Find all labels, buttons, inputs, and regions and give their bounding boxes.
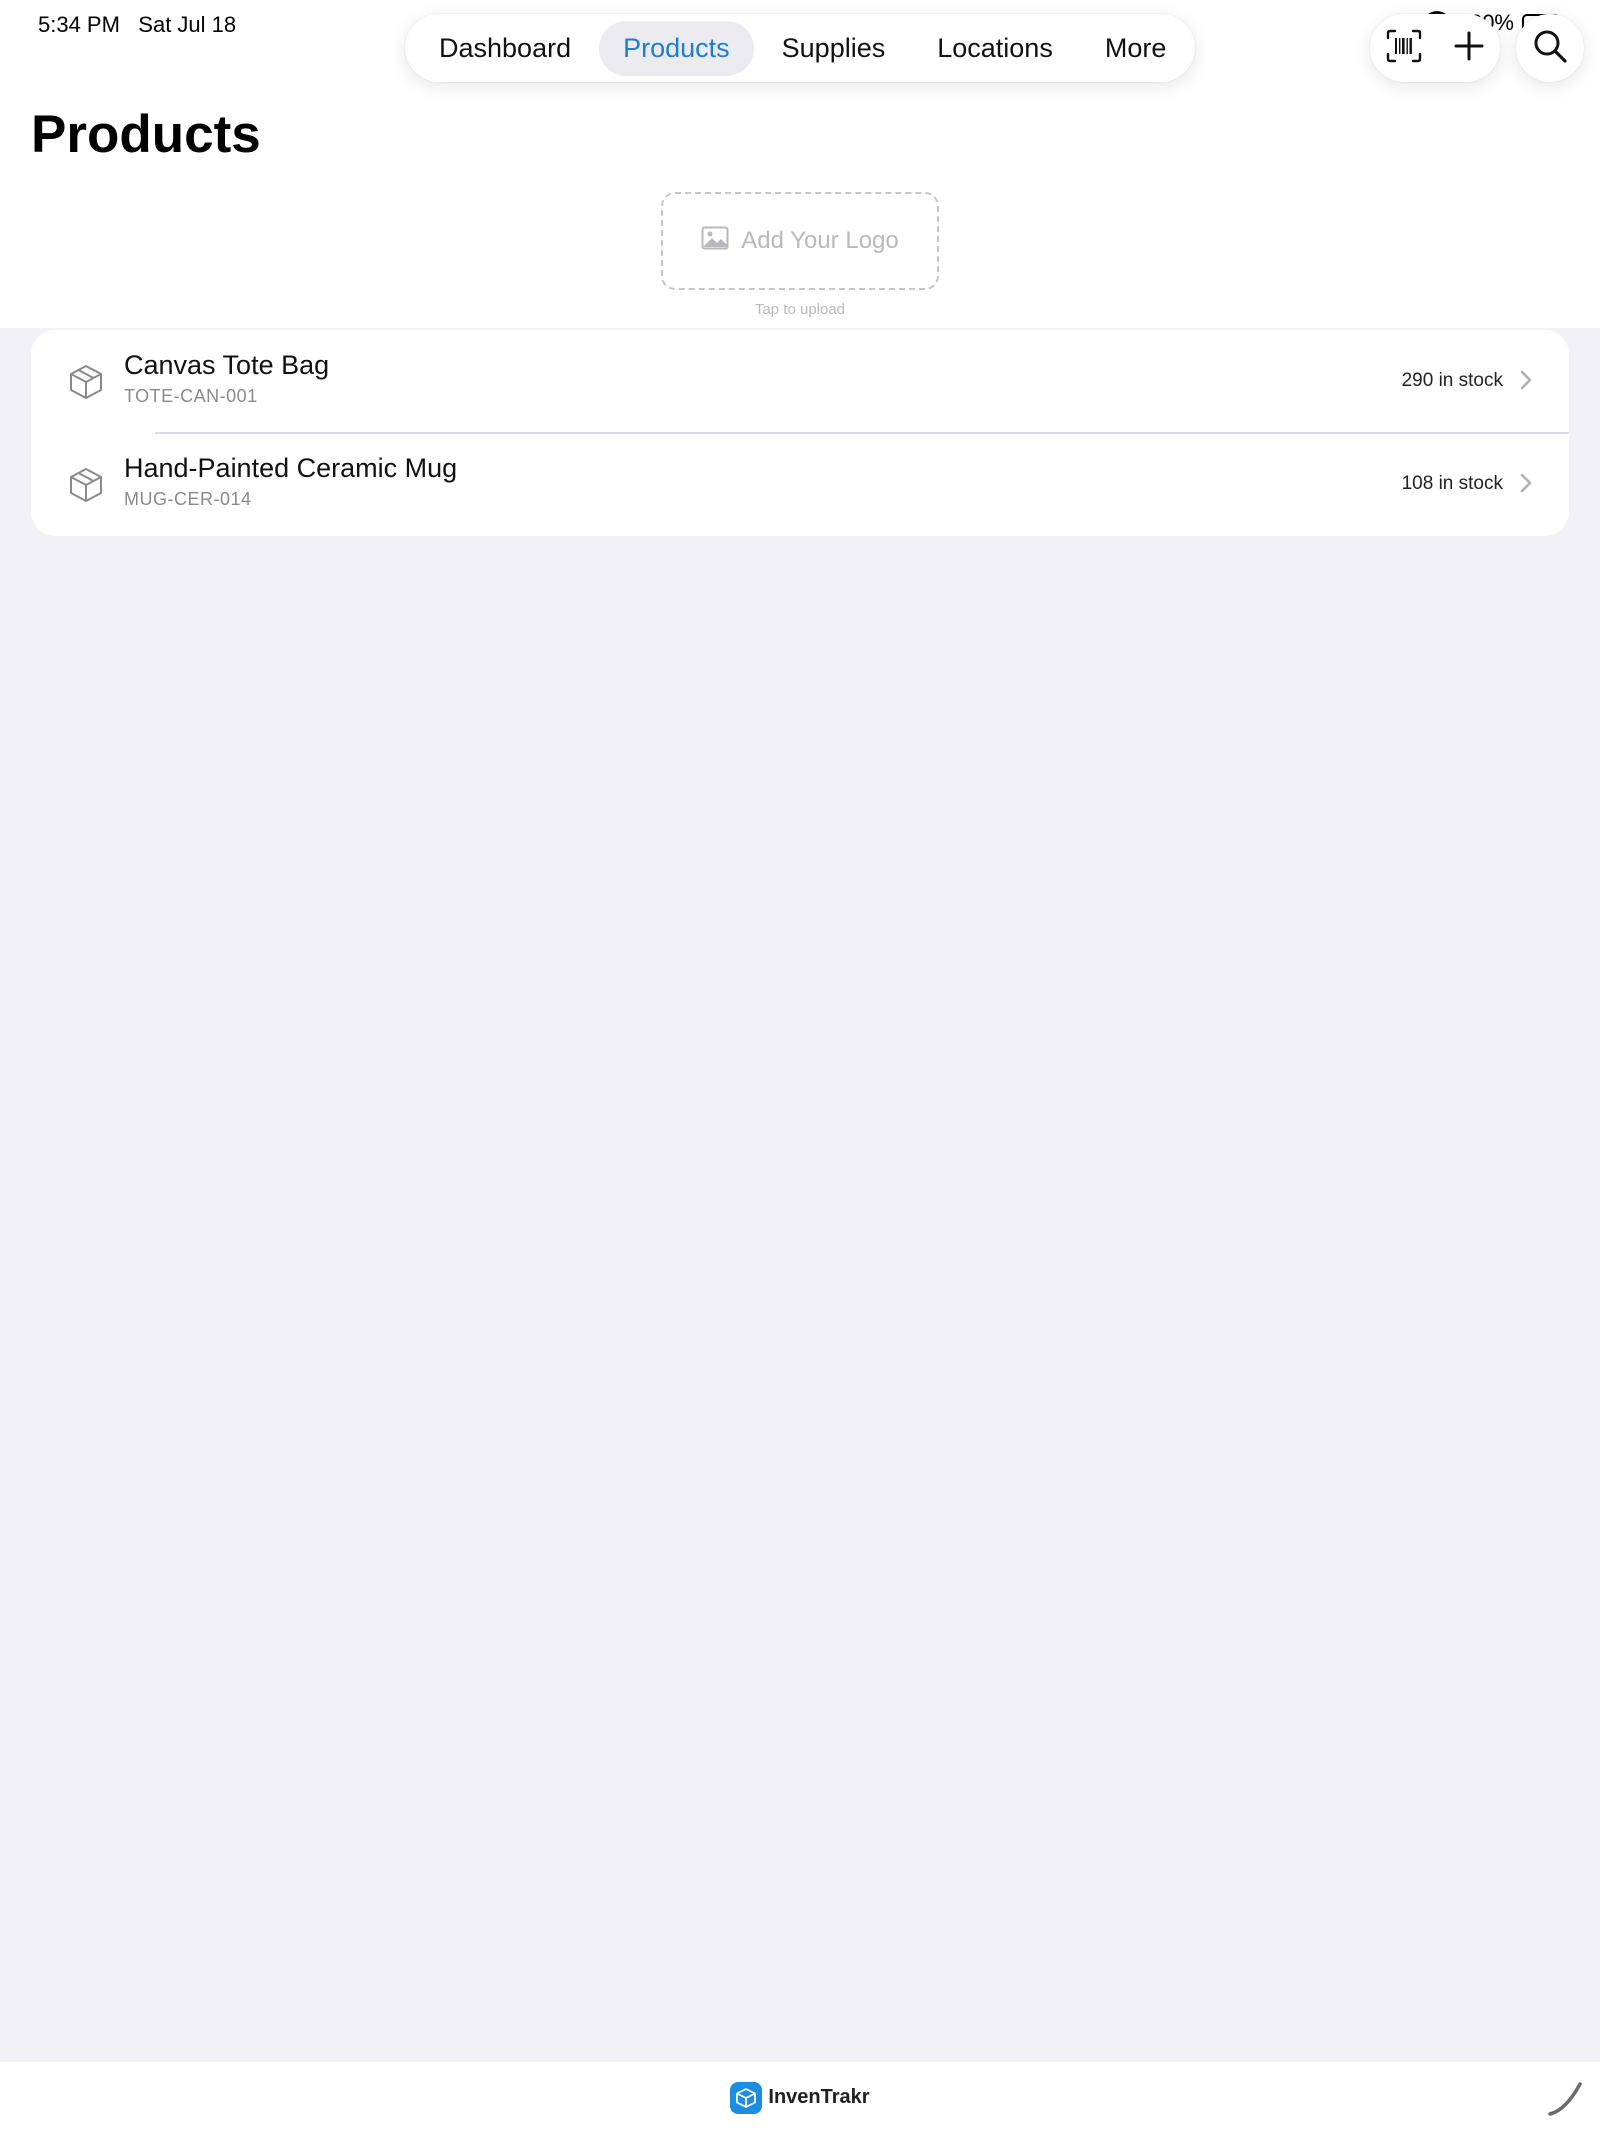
pencil-stroke-icon [1546, 2078, 1586, 2123]
product-stock: 108 in stock [1401, 473, 1503, 494]
product-sku: MUG-CER-014 [124, 489, 252, 509]
tab-dashboard[interactable]: Dashboard [415, 21, 595, 76]
top-tab-bar: Dashboard Products Supplies Locations Mo… [405, 14, 1195, 82]
search-icon [1533, 29, 1567, 68]
brand-logo-icon [730, 2081, 763, 2114]
status-date: Sat Jul 18 [138, 12, 237, 37]
tab-more[interactable]: More [1081, 21, 1191, 76]
plus-icon[interactable] [1453, 30, 1485, 67]
brand-name: InvenTrakr [768, 2086, 870, 2108]
product-name: Hand-Painted Ceramic Mug [124, 453, 458, 483]
image-icon [701, 226, 729, 257]
product-stock: 290 in stock [1401, 370, 1503, 391]
product-name: Canvas Tote Bag [124, 350, 330, 380]
chevron-right-icon [1519, 369, 1533, 396]
add-logo-label: Add Your Logo [741, 227, 899, 254]
product-sku: TOTE-CAN-001 [124, 386, 258, 406]
package-icon [69, 467, 103, 508]
status-bar-left: 5:34 PM Sat Jul 18 [38, 12, 236, 38]
status-time: 5:34 PM [38, 12, 120, 37]
page-title: Products [31, 105, 261, 164]
tab-supplies[interactable]: Supplies [758, 21, 910, 76]
tab-products[interactable]: Products [599, 20, 754, 76]
chevron-right-icon [1519, 472, 1533, 499]
product-list: Canvas Tote Bag TOTE-CAN-001 290 in stoc… [31, 330, 1569, 536]
search-button[interactable] [1516, 14, 1584, 82]
barcode-scan-icon[interactable] [1386, 29, 1422, 68]
product-row[interactable]: Canvas Tote Bag TOTE-CAN-001 290 in stoc… [31, 330, 1569, 434]
action-group [1370, 14, 1500, 82]
footer-brand-bar: InvenTrakr [0, 2062, 1600, 2133]
tab-locations[interactable]: Locations [913, 21, 1077, 76]
logo-upload-hint: Tap to upload [754, 301, 846, 318]
add-logo-button[interactable]: Add Your Logo [661, 192, 939, 290]
product-row[interactable]: Hand-Painted Ceramic Mug MUG-CER-014 108… [31, 433, 1569, 536]
package-icon [69, 364, 103, 405]
